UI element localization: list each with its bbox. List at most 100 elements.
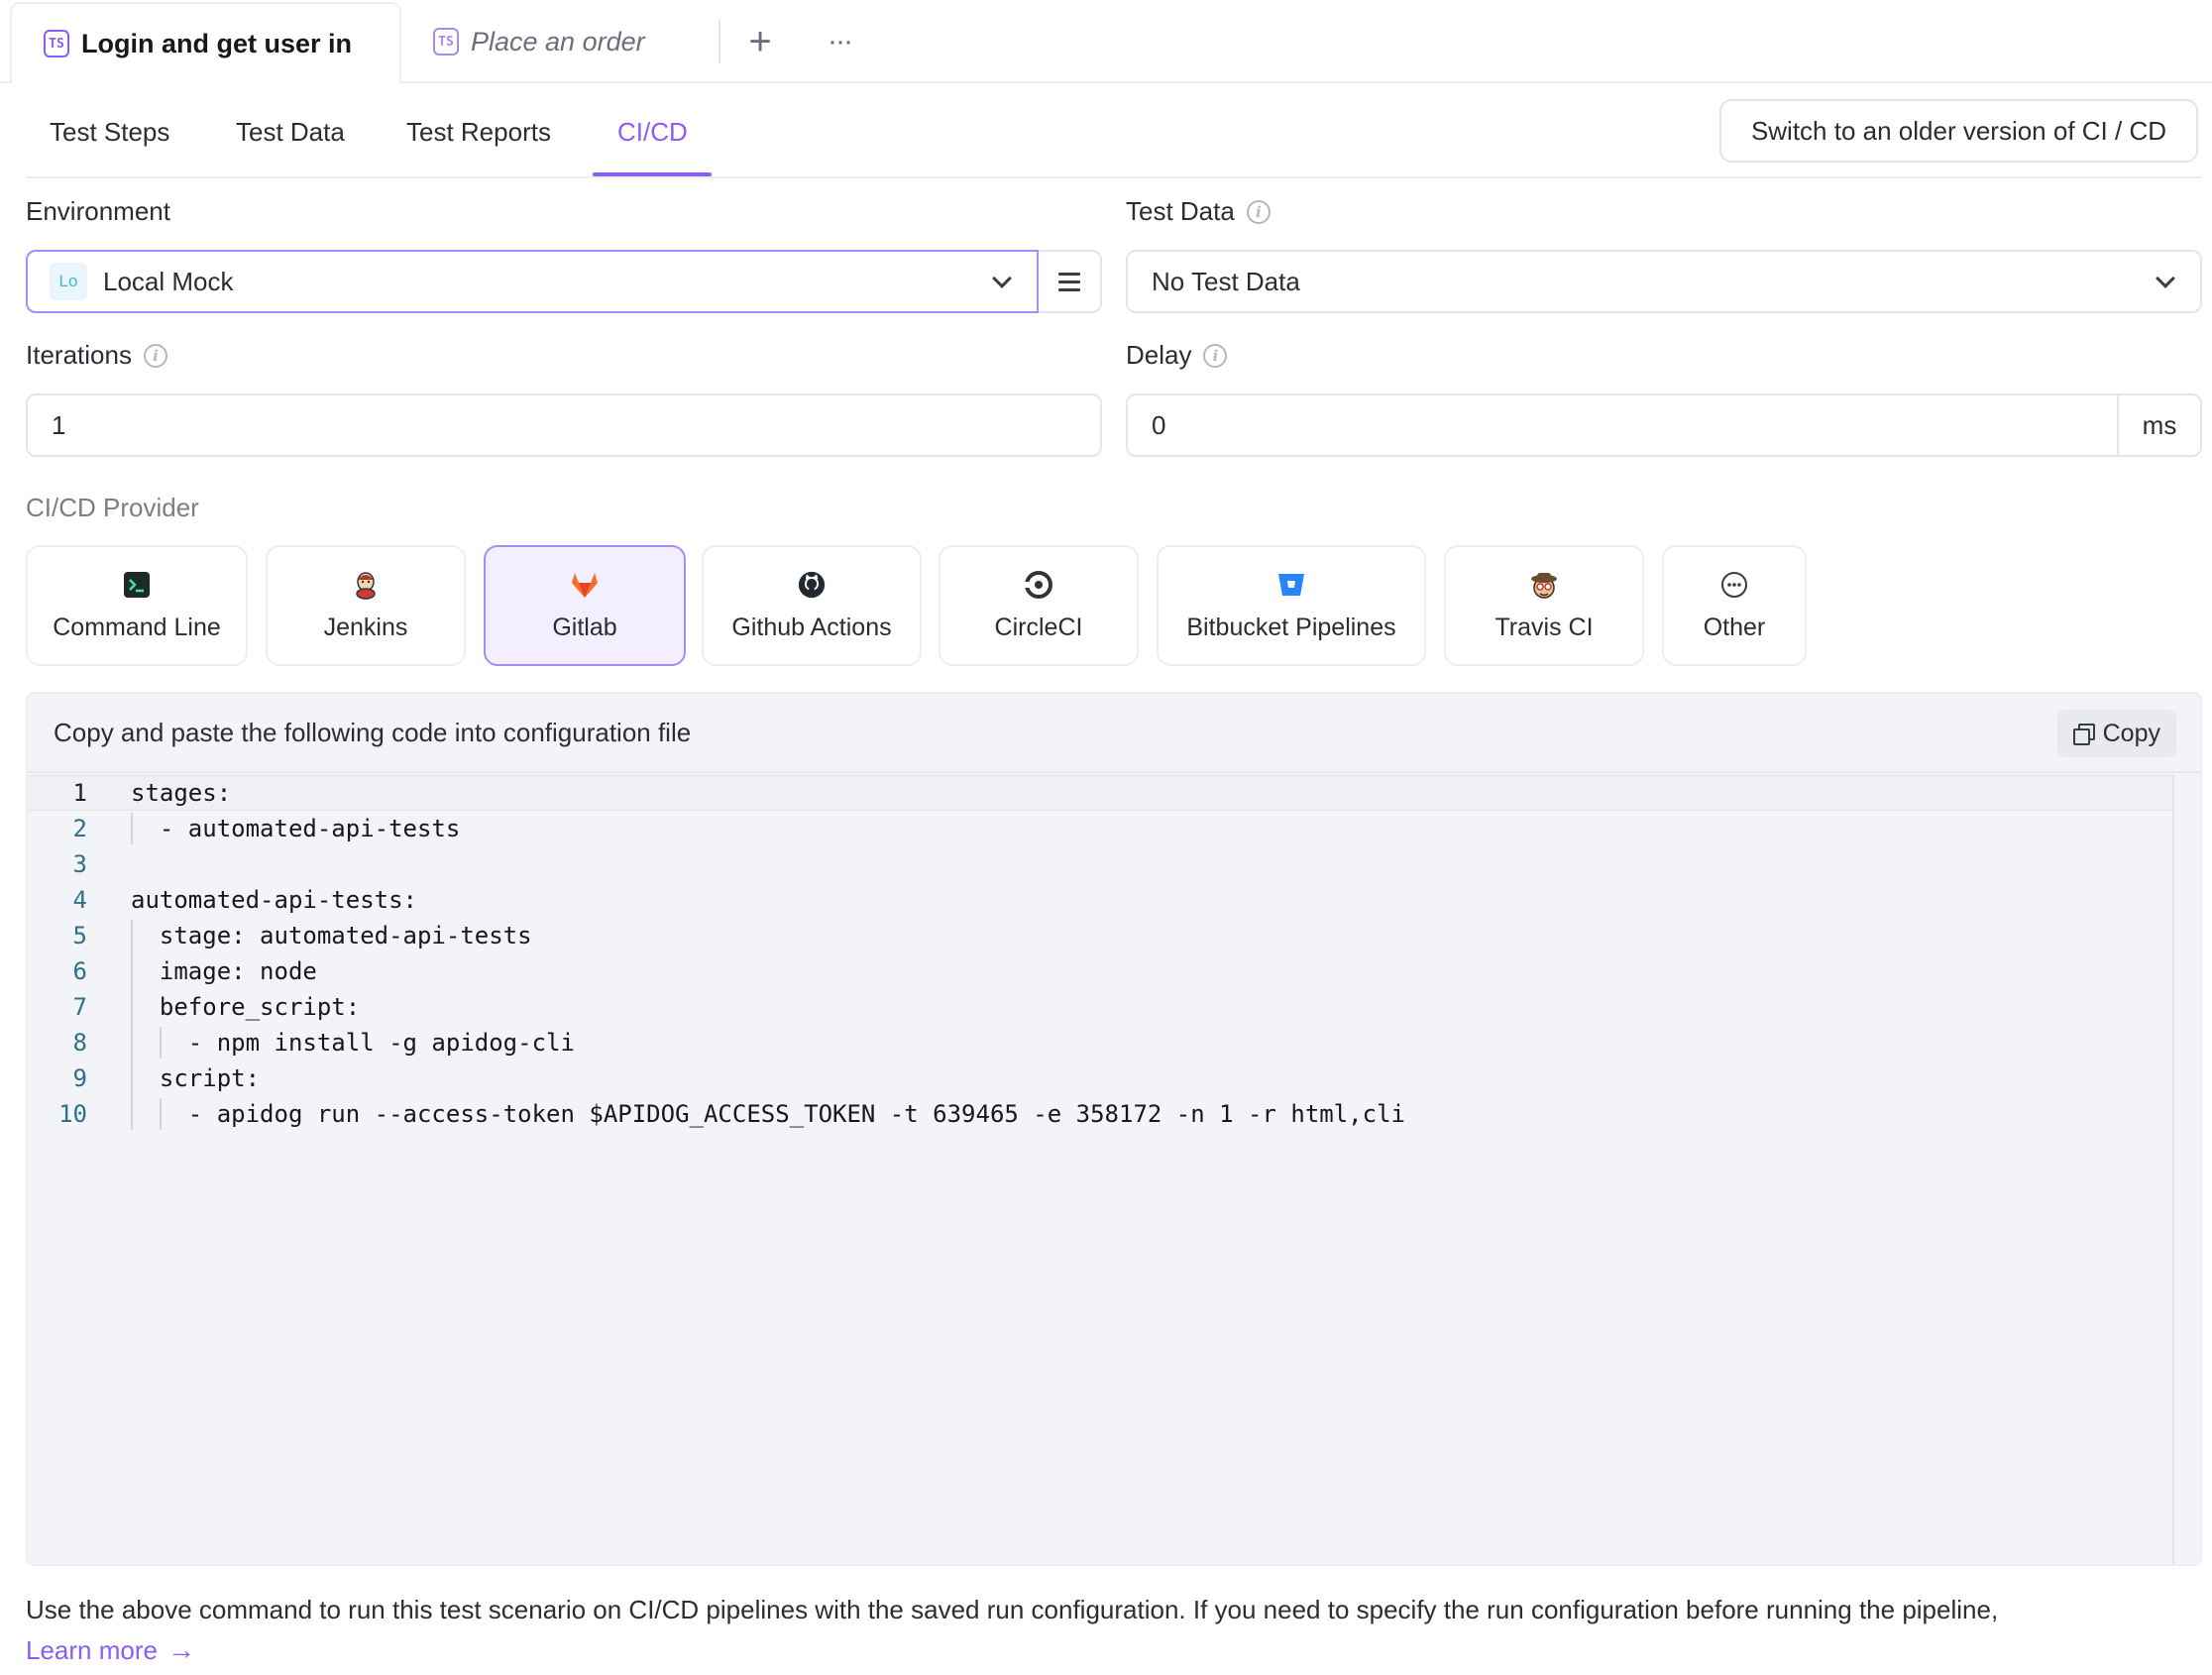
indent-guide — [160, 1027, 162, 1059]
code-scrollbar[interactable] — [2172, 775, 2200, 1564]
delay-label-text: Delay — [1126, 340, 1192, 370]
code-line: 3 — [28, 846, 2174, 882]
code-line: 1 stages: — [28, 775, 2174, 811]
line-number: 7 — [72, 993, 87, 1021]
code-line: 7 before_script: — [28, 989, 2174, 1025]
terminal-icon — [122, 570, 152, 600]
provider-label: Github Actions — [731, 613, 892, 641]
tab-test-reports[interactable]: Test Reports — [406, 85, 551, 178]
line-number: 8 — [72, 1029, 87, 1057]
bitbucket-icon — [1276, 570, 1306, 600]
config-code-panel: Copy and paste the following code into c… — [26, 692, 2202, 1566]
line-text: - npm install -g apidog-cli — [131, 1029, 575, 1057]
environment-avatar: Lo — [50, 263, 87, 300]
iterations-label-text: Iterations — [26, 340, 132, 370]
tab-test-data[interactable]: Test Data — [236, 85, 345, 178]
copy-icon — [2072, 724, 2095, 745]
info-icon: i — [143, 343, 167, 368]
doc-tab-label: Login and get user in — [81, 28, 353, 58]
github-icon — [797, 570, 827, 600]
environment-manage-button[interactable] — [1039, 250, 1102, 313]
provider-bitbucket-pipelines[interactable]: Bitbucket Pipelines — [1157, 545, 1426, 666]
code-panel-title: Copy and paste the following code into c… — [54, 717, 692, 747]
info-icon: i — [1203, 343, 1228, 368]
plus-icon: + — [748, 19, 772, 63]
gitlab-icon — [570, 570, 600, 600]
test-data-value: No Test Data — [1152, 266, 1300, 296]
list-icon-bar — [1058, 279, 1080, 283]
footer-description: Use the above command to run this test s… — [26, 1595, 1999, 1624]
line-number: 6 — [72, 957, 87, 985]
code-line: 4 automated-api-tests: — [28, 882, 2174, 918]
test-data-select[interactable]: No Test Data — [1126, 250, 2202, 313]
delay-value: 0 — [1152, 409, 1166, 440]
delay-unit: ms — [2117, 395, 2200, 455]
provider-circleci[interactable]: CircleCI — [939, 545, 1139, 666]
provider-label: Gitlab — [552, 613, 617, 641]
provider-github-actions[interactable]: Github Actions — [702, 545, 922, 666]
test-data-label: Test Data i — [1126, 196, 1271, 227]
jenkins-icon — [351, 570, 381, 600]
provider-command-line[interactable]: Command Line — [26, 545, 248, 666]
provider-gitlab[interactable]: Gitlab — [484, 545, 686, 666]
switch-older-version-button[interactable]: Switch to an older version of CI / CD — [1718, 99, 2198, 163]
line-text: script: — [131, 1064, 261, 1092]
iterations-input[interactable]: 1 — [26, 393, 1102, 457]
tab-ci-cd[interactable]: CI/CD — [617, 85, 688, 178]
line-number: 10 — [58, 1100, 87, 1128]
list-icon-bar — [1058, 287, 1080, 291]
code-line: 10 - apidog run --access-token $APIDOG_A… — [28, 1096, 2174, 1132]
delay-input[interactable]: 0 ms — [1126, 393, 2202, 457]
info-icon: i — [1246, 199, 1271, 224]
line-text: stage: automated-api-tests — [131, 922, 532, 949]
provider-label: Bitbucket Pipelines — [1186, 613, 1396, 641]
chevron-down-icon — [992, 269, 1012, 288]
ts-icon: TS — [433, 28, 459, 56]
learn-more-label: Learn more — [26, 1634, 158, 1665]
line-text: automated-api-tests: — [131, 886, 417, 914]
doc-tab-label: Place an order — [471, 26, 645, 56]
environment-value: Local Mock — [103, 266, 234, 296]
code-line: 9 script: — [28, 1061, 2174, 1096]
environment-select[interactable]: Lo Local Mock — [26, 250, 1039, 313]
provider-label: CircleCI — [994, 613, 1083, 641]
line-text: before_script: — [131, 993, 361, 1021]
more-icon: ··· — [828, 25, 853, 57]
learn-more-link[interactable]: Learn more → — [26, 1634, 195, 1666]
more-tabs-button[interactable]: ··· — [800, 2, 879, 81]
chevron-down-icon — [2156, 269, 2175, 288]
provider-travis-ci[interactable]: Travis CI — [1444, 545, 1644, 666]
provider-section-label: CI/CD Provider — [26, 493, 199, 522]
line-text: - automated-api-tests — [131, 815, 461, 842]
add-tab-button[interactable]: + — [720, 2, 800, 81]
code-line: 2 - automated-api-tests — [28, 811, 2174, 846]
line-text: image: node — [131, 957, 317, 985]
test-data-label-text: Test Data — [1126, 196, 1235, 226]
provider-label: Other — [1703, 613, 1766, 641]
indent-guide — [131, 920, 133, 1130]
circleci-icon — [1024, 570, 1053, 600]
doc-tab-place-order[interactable]: TS Place an order — [401, 2, 719, 81]
line-number: 2 — [72, 815, 87, 842]
line-number: 1 — [72, 779, 87, 807]
document-tab-bar: TS Login and get user in TS Place an ord… — [0, 0, 2212, 83]
tab-test-steps[interactable]: Test Steps — [50, 85, 169, 178]
line-text: stages: — [131, 779, 232, 807]
iterations-value: 1 — [52, 409, 66, 440]
scenario-sub-tabs: Test Steps Test Data Test Reports CI/CD … — [26, 85, 2202, 178]
line-number: 3 — [72, 850, 87, 878]
code-panel-header: Copy and paste the following code into c… — [28, 694, 2200, 773]
list-icon-bar — [1058, 272, 1080, 276]
code-editor[interactable]: 1 stages: 2 - automated-api-tests 3 4 au… — [28, 775, 2174, 1564]
code-line: 6 image: node — [28, 953, 2174, 989]
line-number: 5 — [72, 922, 87, 949]
indent-guide — [160, 1098, 162, 1130]
line-number: 4 — [72, 886, 87, 914]
line-text: - apidog run --access-token $APIDOG_ACCE… — [131, 1100, 1405, 1128]
copy-button[interactable]: Copy — [2056, 710, 2176, 757]
provider-other[interactable]: Other — [1662, 545, 1807, 666]
ts-icon: TS — [44, 30, 69, 57]
doc-tab-login[interactable]: TS Login and get user in — [10, 2, 401, 83]
copy-label: Copy — [2102, 719, 2160, 747]
provider-jenkins[interactable]: Jenkins — [266, 545, 466, 666]
